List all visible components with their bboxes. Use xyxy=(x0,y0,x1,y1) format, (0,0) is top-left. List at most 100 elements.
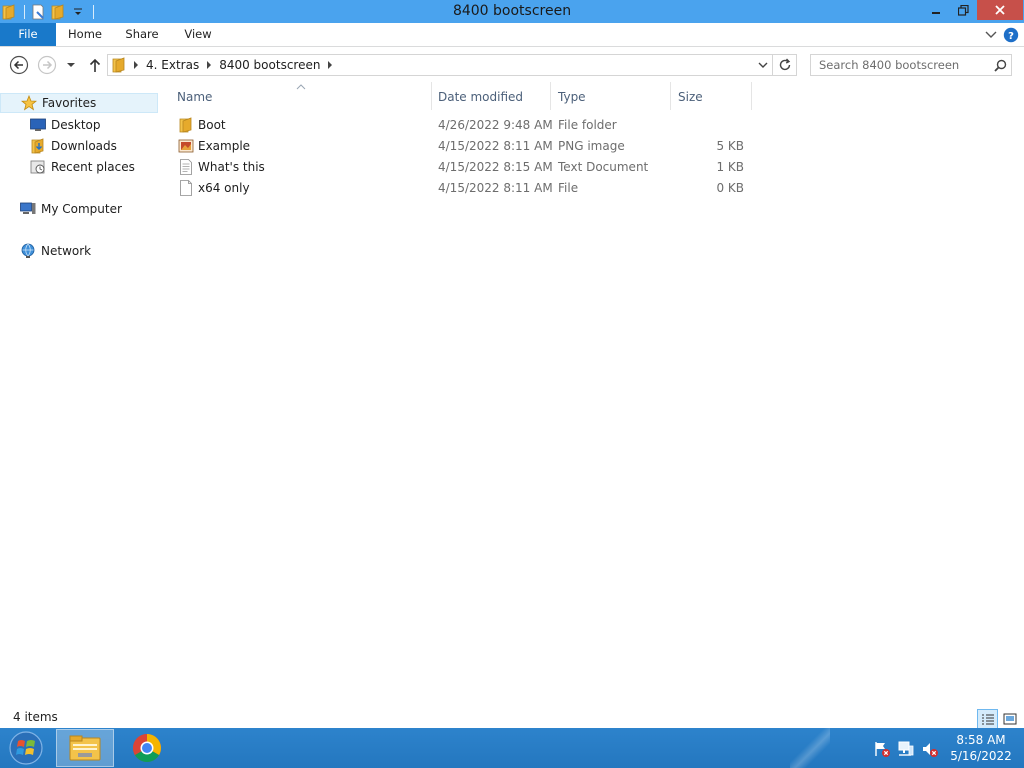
nav-item-label: Recent places xyxy=(51,160,135,174)
file-date-modified: 4/26/2022 9:48 AM xyxy=(438,118,553,132)
search-input[interactable] xyxy=(811,55,989,75)
column-headers: Name Date modified Type Size xyxy=(172,82,752,110)
file-row-whats-this[interactable]: What's this 4/15/2022 8:15 AM Text Docum… xyxy=(172,157,752,178)
tab-view[interactable]: View xyxy=(176,23,220,46)
toolbar-separator xyxy=(24,4,25,19)
nav-item-favorites[interactable]: Favorites xyxy=(0,93,158,113)
nav-item-label: Favorites xyxy=(42,96,97,110)
nav-item-network[interactable]: Network xyxy=(0,241,158,261)
breadcrumb-current-folder[interactable]: 8400 bootscreen xyxy=(215,58,324,72)
clock-date: 5/16/2022 xyxy=(950,749,1012,763)
file-list: Name Date modified Type Size Boot 4/26/2… xyxy=(172,82,1012,702)
help-icon[interactable]: ? xyxy=(1003,27,1019,43)
window-title: 8400 bootscreen xyxy=(452,3,572,19)
column-header-name[interactable]: Name xyxy=(172,82,432,110)
large-icons-view-button[interactable] xyxy=(1001,709,1019,729)
folder-app-icon[interactable] xyxy=(0,3,18,21)
nav-item-label: Network xyxy=(41,244,92,258)
downloads-folder-icon xyxy=(29,138,47,154)
nav-item-downloads[interactable]: Downloads xyxy=(0,136,158,156)
toolbar-separator xyxy=(93,4,94,19)
expand-ribbon-chevron-icon[interactable] xyxy=(984,27,998,41)
volume-muted-icon[interactable] xyxy=(921,740,939,758)
forward-arrow-icon xyxy=(37,55,57,75)
back-button[interactable] xyxy=(8,54,30,76)
star-icon xyxy=(20,95,38,111)
breadcrumb-arrow-icon[interactable] xyxy=(324,54,336,76)
restore-button[interactable] xyxy=(950,0,976,20)
computer-icon xyxy=(19,201,37,217)
taskbar-glare xyxy=(790,728,830,768)
column-header-date-modified[interactable]: Date modified xyxy=(433,82,551,110)
address-history-dropdown[interactable] xyxy=(754,55,772,75)
file-explorer-icon xyxy=(69,735,101,761)
file-name: Example xyxy=(198,139,251,153)
svg-text:?: ? xyxy=(1008,31,1014,42)
nav-item-label: Downloads xyxy=(51,139,117,153)
file-name: Boot xyxy=(198,118,226,132)
file-size xyxy=(673,115,744,136)
file-name: x64 only xyxy=(198,181,250,195)
tab-share[interactable]: Share xyxy=(118,23,166,46)
clock-time: 8:58 AM xyxy=(956,733,1006,747)
back-arrow-icon xyxy=(9,55,29,75)
desktop-icon xyxy=(29,117,47,133)
file-type: Text Document xyxy=(558,160,649,174)
file-row-x64-only[interactable]: x64 only 4/15/2022 8:11 AM File 0 KB xyxy=(172,178,752,199)
recent-locations-dropdown[interactable] xyxy=(63,54,79,76)
file-size: 1 KB xyxy=(716,160,744,174)
column-header-size[interactable]: Size xyxy=(673,82,752,110)
action-center-flag-icon[interactable] xyxy=(873,740,891,758)
details-view-button[interactable] xyxy=(977,709,998,729)
recent-places-icon xyxy=(29,159,47,175)
tab-file[interactable]: File xyxy=(0,23,56,46)
taskbar-chrome-button[interactable] xyxy=(122,729,172,767)
explorer-window: 8400 bootscreen File Home Share View ? 4… xyxy=(0,0,1024,768)
folder-icon xyxy=(108,55,130,75)
close-icon xyxy=(995,5,1005,15)
folder-icon xyxy=(178,117,194,133)
column-header-type[interactable]: Type xyxy=(553,82,671,110)
blank-file-icon xyxy=(178,180,194,196)
up-button[interactable] xyxy=(84,54,106,76)
nav-item-my-computer[interactable]: My Computer xyxy=(0,199,158,219)
breadcrumb-extras[interactable]: 4. Extras xyxy=(142,58,203,72)
minimize-button[interactable] xyxy=(922,0,950,20)
close-button[interactable] xyxy=(977,0,1023,20)
title-bar: 8400 bootscreen xyxy=(0,0,1024,23)
properties-icon[interactable] xyxy=(29,3,47,21)
ribbon-tabs: File Home Share View ? xyxy=(0,23,1024,47)
address-bar[interactable]: 4. Extras 8400 bootscreen xyxy=(107,54,773,76)
new-folder-icon[interactable] xyxy=(49,3,67,21)
network-icon xyxy=(19,243,37,259)
nav-item-recent-places[interactable]: Recent places xyxy=(0,157,158,177)
tab-home[interactable]: Home xyxy=(60,23,110,46)
search-box[interactable] xyxy=(810,54,1012,76)
taskbar: 8:58 AM 5/16/2022 xyxy=(0,728,1024,768)
file-date-modified: 4/15/2022 8:11 AM xyxy=(438,181,553,195)
system-clock[interactable]: 8:58 AM 5/16/2022 xyxy=(946,732,1016,764)
start-button[interactable] xyxy=(6,730,46,766)
chevron-down-icon xyxy=(67,63,75,67)
refresh-icon xyxy=(779,58,790,71)
chevron-down-icon xyxy=(758,62,768,68)
png-image-icon xyxy=(178,138,194,154)
file-size: 0 KB xyxy=(716,181,744,195)
nav-item-desktop[interactable]: Desktop xyxy=(0,115,158,135)
refresh-button[interactable] xyxy=(773,54,797,76)
network-status-icon[interactable] xyxy=(897,740,915,758)
search-icon[interactable] xyxy=(989,55,1011,75)
item-count: 4 items xyxy=(13,710,58,724)
taskbar-file-explorer-button[interactable] xyxy=(56,729,114,767)
breadcrumb-arrow-icon[interactable] xyxy=(130,54,142,76)
customize-toolbar-dropdown-icon[interactable] xyxy=(69,3,87,21)
chrome-icon xyxy=(133,734,161,762)
breadcrumb-arrow-icon[interactable] xyxy=(203,54,215,76)
quick-access-toolbar xyxy=(0,0,98,23)
status-bar: 4 items xyxy=(0,706,1024,729)
large-icons-view-icon xyxy=(1003,713,1017,725)
forward-button[interactable] xyxy=(36,54,58,76)
file-row-example[interactable]: Example 4/15/2022 8:11 AM PNG image 5 KB xyxy=(172,136,752,157)
navigation-bar: 4. Extras 8400 bootscreen xyxy=(0,48,1024,82)
file-row-boot[interactable]: Boot 4/26/2022 9:48 AM File folder xyxy=(172,115,752,136)
